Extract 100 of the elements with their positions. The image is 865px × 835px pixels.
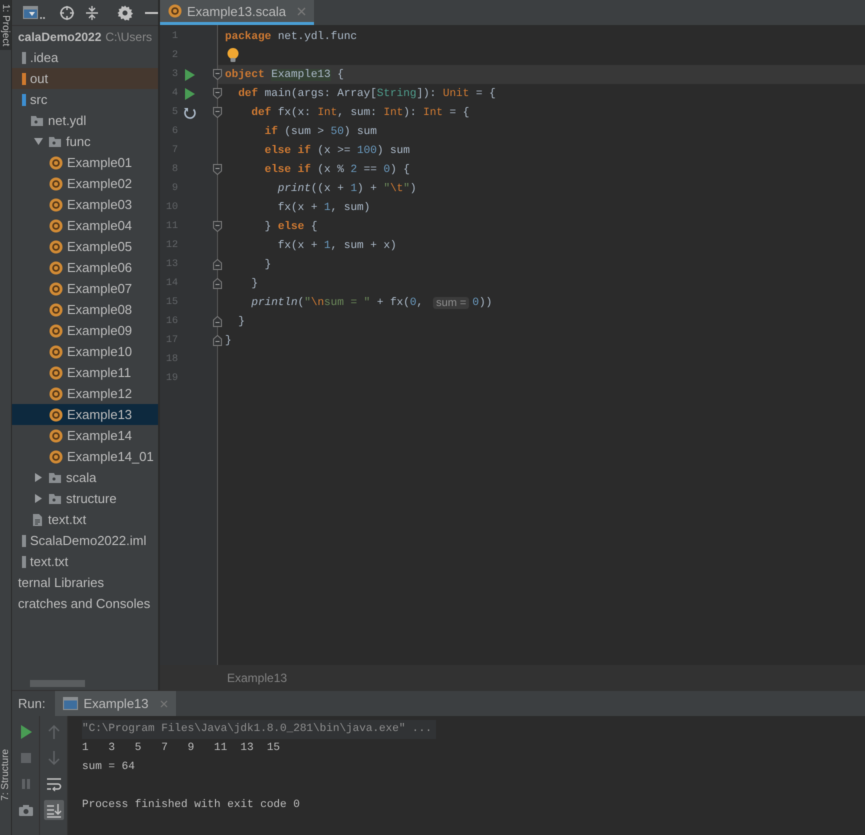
object-icon [49,176,63,190]
object-icon [49,408,63,422]
object-icon [49,344,63,358]
object-icon [49,260,63,274]
folder-icon [22,52,26,64]
file-icon [22,534,26,546]
tree-item[interactable]: Example13 [12,404,158,425]
object-icon [49,366,63,380]
tree-item[interactable]: text.txt [12,551,158,572]
run-icon[interactable] [185,68,195,80]
tree-item[interactable]: src [12,89,158,110]
collapse-icon [85,4,99,20]
folder-icon [48,134,62,148]
scrollbar-thumb[interactable] [30,680,85,686]
parameter-hint: sum = [433,296,470,308]
file-icon [22,556,26,568]
object-icon [49,324,63,338]
code-text: fx(x + 1, sum + x) [276,240,397,252]
recursion-icon [183,106,197,120]
tree-item[interactable]: out [12,68,158,89]
tree-item[interactable]: cratches and Consoles [12,593,158,614]
folder-icon [22,72,26,84]
code-text: if (sum > 50) sum [264,126,377,138]
tree-item[interactable]: Example10 [12,341,158,362]
object-icon [168,4,182,18]
console-line: sum = 64 [82,760,135,775]
object-icon [49,198,63,212]
tree-item[interactable]: func [12,131,158,152]
console-icon [63,697,78,710]
side-tab[interactable]: 7: Structure [0,745,11,805]
tree-item[interactable]: ScalaDemo2022.iml [12,530,158,551]
fold-marker-icon[interactable] [213,278,222,289]
fold-marker-icon[interactable] [213,335,222,346]
fold-marker-icon[interactable] [213,107,222,118]
tree-item[interactable]: structure [12,488,158,509]
window-icon [23,6,47,20]
object-icon [49,218,63,232]
expand-arrow-icon[interactable] [34,494,43,503]
code-text: else if (x >= 100) sum [264,144,410,156]
console-line: Process finished with exit code 0 [82,798,300,813]
tree-item[interactable]: Example03 [12,194,158,215]
expand-arrow-icon[interactable] [34,473,43,482]
file-icon [30,512,44,526]
settings-icon [117,4,133,20]
tree-item[interactable]: Example06 [12,257,158,278]
object-icon [49,282,63,296]
expand-arrow-icon[interactable] [34,137,43,146]
tree-item[interactable]: Example09 [12,320,158,341]
folder-icon [48,470,62,484]
tree-item[interactable]: Example11 [12,362,158,383]
code-text: fx(x + 1, sum) [276,202,370,214]
fold-marker-icon[interactable] [213,164,222,175]
tree-item[interactable]: Example14_01 [12,446,158,467]
object-icon [49,156,63,170]
run-icon[interactable] [185,88,195,100]
object-icon [49,302,63,316]
folder-icon [22,94,26,106]
run-tab[interactable]: Example13 [55,691,176,716]
fold-marker-icon[interactable] [213,88,222,99]
editor-tab[interactable]: Example13.scala [160,0,314,25]
side-tab[interactable]: 1: Project [0,0,11,50]
tree-item[interactable]: scala [12,467,158,488]
object-icon [49,386,63,400]
tree-item[interactable]: Example12 [12,383,158,404]
object-icon [49,428,63,442]
code-text: } [237,316,245,328]
tree-item[interactable]: ternal Libraries [12,572,158,593]
folder-icon [30,114,44,128]
code-text: object Example13 { [225,68,344,80]
code-text: def main(args: Array[String]): Unit = { [237,88,496,100]
crosshair-icon [59,4,75,20]
fold-marker-icon[interactable] [213,69,222,80]
fold-marker-icon[interactable] [213,221,222,232]
lightbulb-icon[interactable] [227,48,239,63]
folder-icon [48,492,62,506]
tree-item[interactable]: Example02 [12,173,158,194]
code-text: println("\nsum = " + fx(0, [250,296,424,308]
code-text: else if (x % 2 == 0) { [264,164,410,176]
tree-item[interactable]: Example14 [12,425,158,446]
tree-item[interactable]: Example08 [12,299,158,320]
tree-item[interactable]: text.txt [12,509,158,530]
panel-title: Run: [17,696,46,711]
code-text: } else { [264,220,318,232]
object-icon [49,450,63,464]
code-text: print((x + 1) + "\t") [276,182,416,194]
tree-item[interactable]: calaDemo2022 C:\Users [12,26,158,47]
code-text: 0)) [472,296,492,308]
tree-item[interactable]: Example04 [12,215,158,236]
console-line: 1 3 5 7 9 11 13 15 [82,741,280,756]
tree-item[interactable]: Example01 [12,152,158,173]
scroll-to-end-button[interactable] [44,800,64,820]
fold-marker-icon[interactable] [213,259,222,270]
tree-item[interactable]: Example05 [12,236,158,257]
minus-icon [145,10,158,14]
tree-item[interactable]: Example07 [12,278,158,299]
tree-item[interactable]: .idea [12,47,158,68]
tree-item[interactable]: net.ydl [12,110,158,131]
code-text: } [225,334,232,346]
breadcrumb[interactable]: Example13 [160,670,288,684]
fold-marker-icon[interactable] [213,316,222,327]
